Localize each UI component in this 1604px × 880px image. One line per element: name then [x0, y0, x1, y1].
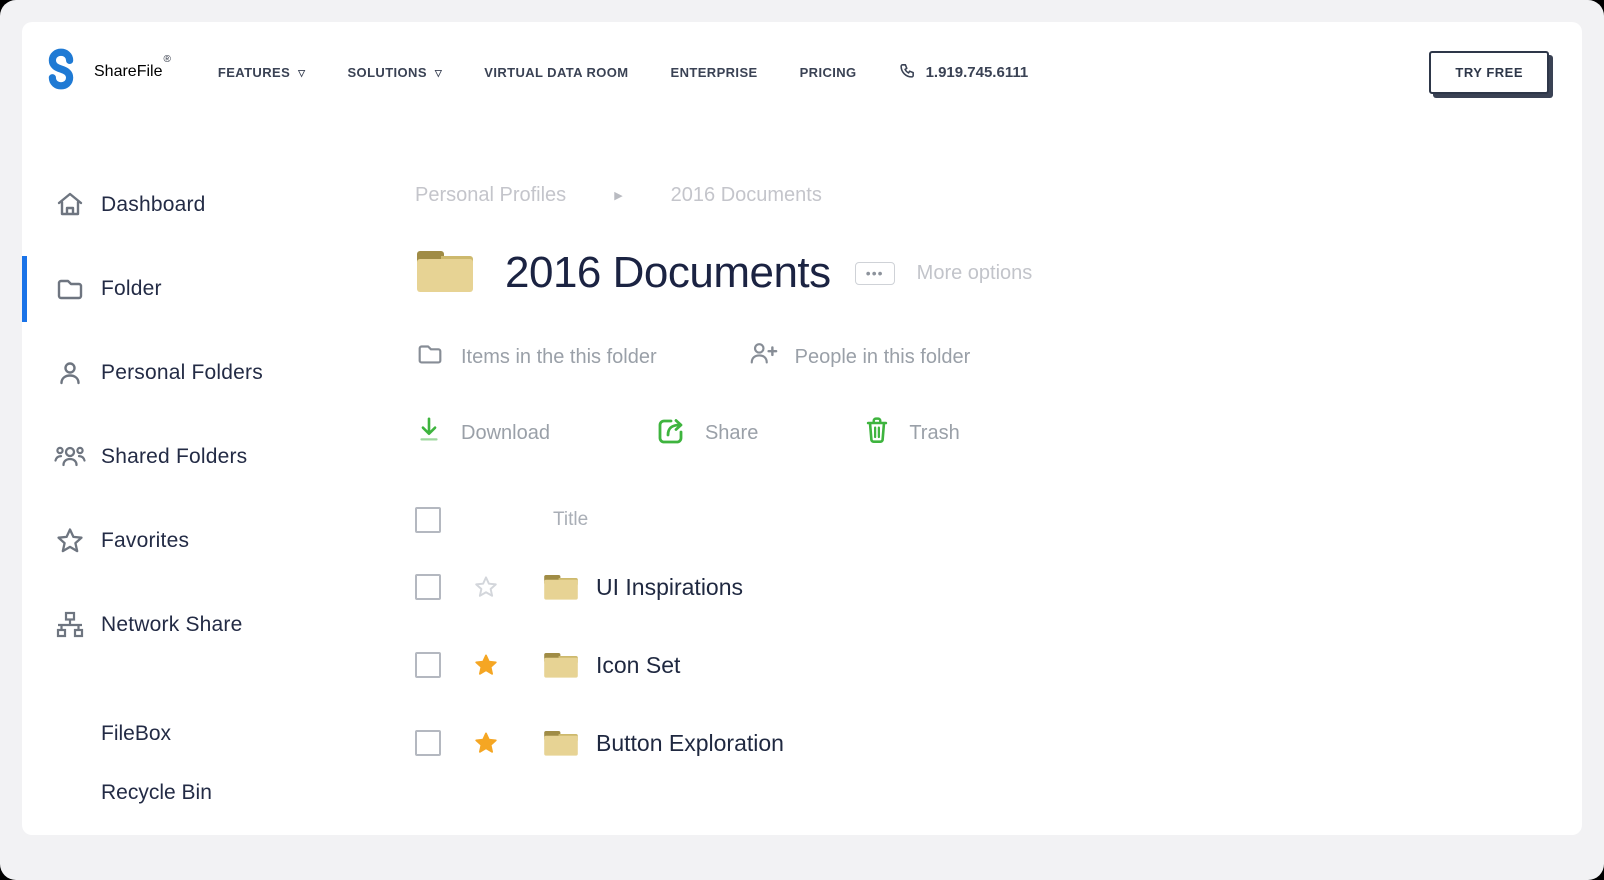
sidebar-item-recycle-bin[interactable]: Recycle Bin [22, 763, 415, 822]
main-nav: FEATURES ▽ SOLUTIONS ▽ VIRTUAL DATA ROOM… [218, 65, 857, 80]
sidebar-secondary: FileBox Recycle Bin [22, 704, 415, 822]
action-label: Trash [909, 422, 959, 445]
row-checkbox[interactable] [415, 730, 441, 756]
action-label: Download [461, 422, 550, 445]
more-options-button[interactable]: ••• [855, 262, 895, 285]
nav-item-pricing[interactable]: PRICING [800, 65, 857, 80]
sidebar-item-favorites[interactable]: Favorites [22, 499, 415, 583]
action-label: Share [705, 422, 758, 445]
chevron-down-icon: ▽ [435, 68, 442, 79]
sidebar-item-label: Dashboard [101, 193, 206, 217]
row-title[interactable]: Icon Set [596, 652, 680, 679]
table-header: Title [415, 506, 1582, 534]
breadcrumb-current: 2016 Documents [671, 184, 822, 207]
sidebar-item-dashboard[interactable]: Dashboard [22, 163, 415, 247]
phone-number: 1.919.745.6111 [926, 64, 1029, 81]
top-navigation: ShareFile® FEATURES ▽ SOLUTIONS ▽ VIRTUA… [22, 22, 1582, 122]
sharefile-logo[interactable]: ShareFile® [38, 47, 170, 98]
folder-icon [53, 273, 87, 305]
share-button[interactable]: Share [655, 415, 758, 451]
row-title[interactable]: UI Inspirations [596, 574, 743, 601]
folder-icon [543, 573, 579, 601]
app-frame: ShareFile® FEATURES ▽ SOLUTIONS ▽ VIRTUA… [0, 0, 1604, 880]
star-icon [53, 525, 87, 557]
more-options-label: More options [917, 262, 1033, 285]
table-row[interactable]: Button Exploration [415, 718, 1582, 768]
tab-label: People in this folder [795, 346, 971, 369]
person-add-icon [747, 339, 779, 375]
select-all-checkbox[interactable] [415, 507, 441, 533]
download-button[interactable]: Download [415, 415, 550, 451]
home-icon [53, 189, 87, 221]
sidebar: Dashboard Folder Personal Folders Shared… [22, 122, 415, 822]
sidebar-item-label: Folder [101, 277, 162, 301]
trash-button[interactable]: Trash [863, 415, 959, 451]
breadcrumb-arrow-icon: ▶ [614, 189, 622, 202]
nav-item-virtual-data-room[interactable]: VIRTUAL DATA ROOM [484, 65, 628, 80]
tab-items-in-folder[interactable]: Items in the this folder [415, 339, 657, 375]
sidebar-item-shared-folders[interactable]: Shared Folders [22, 415, 415, 499]
chevron-down-icon: ▽ [298, 68, 305, 79]
share-icon [655, 415, 687, 451]
star-outline-icon[interactable] [471, 573, 501, 601]
table-row[interactable]: Icon Set [415, 640, 1582, 690]
star-filled-icon[interactable] [471, 729, 501, 757]
body-wrap: Dashboard Folder Personal Folders Shared… [22, 122, 1582, 822]
nav-item-solutions[interactable]: SOLUTIONS ▽ [347, 65, 442, 80]
row-title[interactable]: Button Exploration [596, 730, 784, 757]
sidebar-item-label: Favorites [101, 529, 189, 553]
sidebar-item-label: Shared Folders [101, 445, 247, 469]
tab-people-in-folder[interactable]: People in this folder [747, 339, 971, 375]
row-checkbox[interactable] [415, 652, 441, 678]
phone-contact[interactable]: 1.919.745.6111 [899, 62, 1029, 83]
brand-name: ShareFile® [94, 63, 170, 81]
people-icon [53, 441, 87, 473]
sidebar-item-folder[interactable]: Folder [22, 247, 415, 331]
try-free-button[interactable]: TRY FREE [1429, 51, 1549, 94]
page-title: 2016 Documents [505, 248, 831, 298]
nav-item-enterprise[interactable]: ENTERPRISE [671, 65, 758, 80]
folder-tabs: Items in the this folder People in this … [415, 339, 1582, 375]
person-icon [53, 357, 87, 389]
folder-icon [543, 729, 579, 757]
sidebar-item-personal-folders[interactable]: Personal Folders [22, 331, 415, 415]
breadcrumb: Personal Profiles ▶ 2016 Documents [415, 184, 1582, 207]
trash-icon [863, 415, 891, 451]
nav-item-features[interactable]: FEATURES ▽ [218, 65, 306, 80]
row-checkbox[interactable] [415, 574, 441, 600]
breadcrumb-parent[interactable]: Personal Profiles [415, 184, 566, 207]
column-header-title: Title [553, 509, 588, 531]
sidebar-item-label: Personal Folders [101, 361, 263, 385]
ellipsis-icon: ••• [866, 265, 884, 281]
table-row[interactable]: UI Inspirations [415, 562, 1582, 612]
phone-icon [899, 62, 916, 83]
sidebar-item-label: Network Share [101, 613, 243, 637]
folder-icon [415, 248, 475, 299]
sharefile-logo-icon [38, 47, 84, 98]
page-card: ShareFile® FEATURES ▽ SOLUTIONS ▽ VIRTUA… [22, 22, 1582, 835]
folder-outline-icon [415, 339, 445, 375]
network-icon [53, 609, 87, 641]
sidebar-item-network-share[interactable]: Network Share [22, 583, 415, 667]
sidebar-item-filebox[interactable]: FileBox [22, 704, 415, 763]
download-icon [415, 415, 443, 451]
tab-label: Items in the this folder [461, 346, 657, 369]
main-content: Personal Profiles ▶ 2016 Documents 2016 … [415, 122, 1582, 822]
registered-mark: ® [163, 54, 170, 65]
files-table: Title UI Inspirations [415, 506, 1582, 768]
folder-icon [543, 651, 579, 679]
folder-title-row: 2016 Documents ••• More options [415, 243, 1582, 303]
star-filled-icon[interactable] [471, 651, 501, 679]
folder-actions: Download Share Trash [415, 415, 1582, 451]
